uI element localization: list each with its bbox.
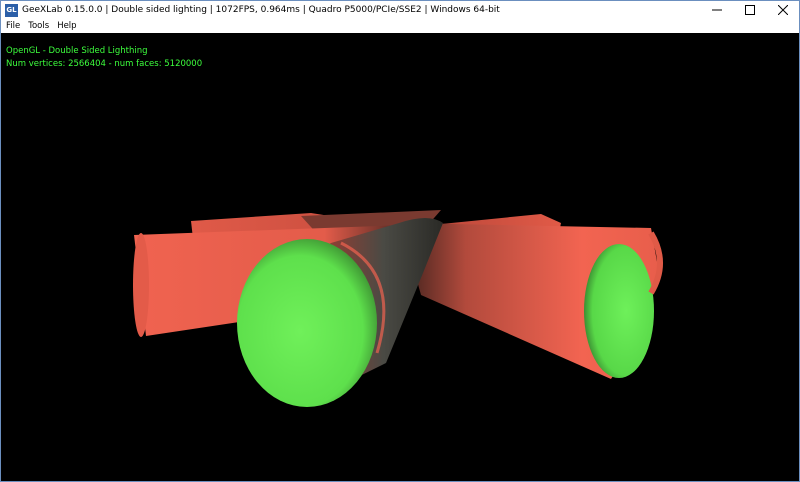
- cylinder-right-inner-cap: [584, 244, 654, 378]
- close-icon: [777, 5, 788, 15]
- 3d-scene: [133, 210, 663, 407]
- window-title: GeeXLab 0.15.0.0 | Double sided lighting…: [22, 5, 500, 15]
- app-icon: GL: [5, 3, 18, 17]
- maximize-icon: [744, 5, 755, 15]
- overlay-title: OpenGL - Double Sided Lighthing: [6, 46, 148, 56]
- window-controls: [700, 1, 799, 19]
- render-viewport[interactable]: OpenGL - Double Sided Lighthing Num vert…: [1, 33, 799, 481]
- menu-help[interactable]: Help: [57, 21, 76, 31]
- menu-bar: File Tools Help: [1, 19, 799, 33]
- minimize-button[interactable]: [700, 1, 733, 19]
- menu-file[interactable]: File: [6, 21, 20, 31]
- close-button[interactable]: [766, 1, 799, 19]
- menu-tools[interactable]: Tools: [28, 21, 49, 31]
- minimize-icon: [711, 9, 722, 11]
- cylinder-left-end: [133, 233, 149, 337]
- overlay-stats: Num vertices: 2566404 - num faces: 51200…: [6, 59, 203, 69]
- app-window: GL GeeXLab 0.15.0.0 | Double sided light…: [0, 0, 800, 482]
- cylinder-front-inner-cap: [237, 239, 377, 407]
- maximize-button[interactable]: [733, 1, 766, 19]
- title-bar[interactable]: GL GeeXLab 0.15.0.0 | Double sided light…: [1, 1, 799, 19]
